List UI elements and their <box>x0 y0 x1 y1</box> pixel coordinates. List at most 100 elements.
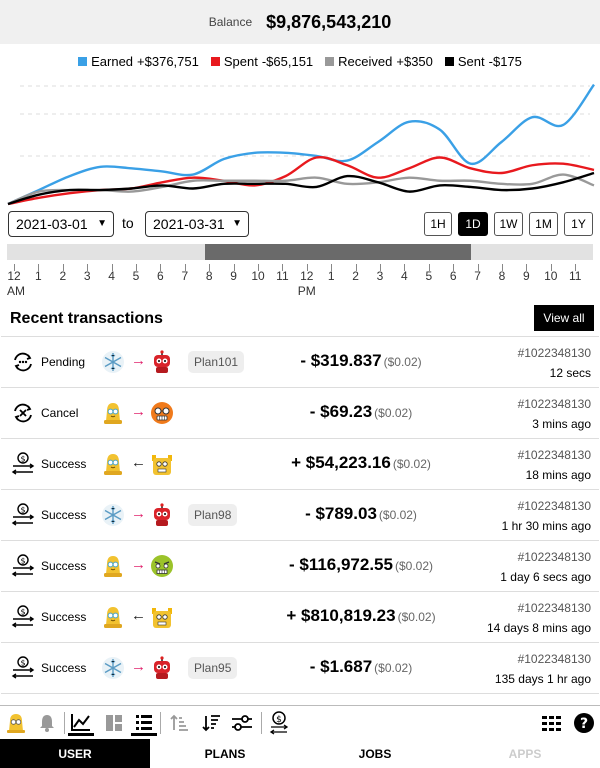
arrow-right-icon: → <box>131 505 146 522</box>
transaction-amount-group: - $319.837 ($0.02) <box>251 351 471 371</box>
transaction-row[interactable]: $ Success ← + $810,819.23 ($0.02) #1022348130… <box>1 592 599 643</box>
transaction-list[interactable]: Pending → Plan101- $319.837 ($0.02) #1022348… <box>1 336 599 704</box>
transaction-row[interactable]: $ Success → - $116,972.55 ($0.02) #1022348130… <box>1 541 599 592</box>
robot-red-avatar-icon[interactable] <box>150 656 174 680</box>
date-to-select[interactable]: 2021-03-31 ▼ <box>145 211 249 237</box>
range-1d-button[interactable]: 1D <box>458 212 488 236</box>
toolbar-divider <box>160 712 161 734</box>
balance-label: Balance <box>208 15 253 29</box>
green-bot-avatar-icon[interactable] <box>150 554 174 578</box>
success-icon: $ <box>11 452 35 476</box>
legend-received[interactable]: Received +$350 <box>325 54 433 69</box>
transaction-row[interactable]: $ Success → Plan98 - $789.03 ($0.02) #10223481… <box>1 490 599 541</box>
view-all-button[interactable]: View all <box>534 305 594 331</box>
tab-plans[interactable]: PLANS <box>150 739 300 768</box>
legend-swatch <box>210 57 220 66</box>
transaction-id[interactable]: #1022348130 <box>518 550 591 564</box>
snowflake-avatar-icon[interactable] <box>101 350 125 374</box>
sort-ascending-icon[interactable] <box>166 710 192 736</box>
success-icon: $ <box>11 554 35 578</box>
range-1m-button[interactable]: 1M <box>529 212 558 236</box>
help-icon[interactable]: ? <box>571 710 597 736</box>
plan-badge[interactable]: Plan98 <box>188 504 238 526</box>
range-scrubber-track[interactable] <box>7 244 593 260</box>
sort-descending-icon[interactable] <box>198 710 224 736</box>
yellow-bot-avatar-icon[interactable] <box>150 452 174 476</box>
robot-red-avatar-icon[interactable] <box>150 503 174 527</box>
legend-earned-total: +$376,751 <box>137 54 199 69</box>
timeline-tick-label: 4 <box>108 269 115 283</box>
tab-user[interactable]: USER <box>0 739 150 768</box>
filter-sliders-icon[interactable] <box>229 710 255 736</box>
transaction-time: 12 secs <box>549 366 591 380</box>
transaction-amount-group: - $69.23 ($0.02) <box>251 402 471 422</box>
legend-earned-label: Earned <box>91 54 134 69</box>
to-label: to <box>122 215 134 231</box>
snowflake-avatar-icon[interactable] <box>101 656 125 680</box>
balance-bar: Balance $9,876,543,210 <box>0 0 600 44</box>
range-1h-button[interactable]: 1H <box>424 212 452 236</box>
line-chart[interactable] <box>0 74 600 208</box>
am-label: AM <box>7 284 25 298</box>
list-icon[interactable] <box>131 710 157 736</box>
timeline-tick-label: 1 <box>35 269 42 283</box>
yellow-user-avatar-icon[interactable] <box>101 452 125 476</box>
success-icon: $ <box>11 503 35 527</box>
tab-apps: APPS <box>508 746 542 761</box>
yellow-user-avatar-icon[interactable] <box>101 401 125 425</box>
legend-earned[interactable]: Earned +$376,751 <box>78 54 199 69</box>
transaction-status: Success <box>41 559 87 573</box>
transaction-row[interactable]: $ Success ← + $54,223.16 ($0.02) #1022348130 1… <box>1 439 599 490</box>
yellow-user-avatar-icon[interactable] <box>101 605 125 629</box>
timeline-tick-label: 5 <box>425 269 433 283</box>
yellow-bot-avatar-icon[interactable] <box>150 605 174 629</box>
timeline-tick-label: 6 <box>157 269 164 283</box>
range-scrubber-handle[interactable] <box>205 244 471 260</box>
transaction-id[interactable]: #1022348130 <box>518 346 591 360</box>
snowflake-avatar-icon[interactable] <box>101 503 125 527</box>
transfer-icon[interactable]: $ <box>266 710 292 736</box>
tab-jobs[interactable]: JOBS <box>300 739 450 768</box>
transaction-id[interactable]: #1022348130 <box>518 499 591 513</box>
timeline-tick-label: 8 <box>498 269 506 283</box>
transaction-id[interactable]: #1022348130 <box>518 601 591 615</box>
transaction-amount-group: + $54,223.16 ($0.02) <box>251 453 471 473</box>
timeline-tick-label: 9 <box>230 269 237 283</box>
legend-sent[interactable]: Sent -$175 <box>444 54 522 69</box>
dashboard-icon[interactable] <box>101 710 127 736</box>
transaction-id[interactable]: #1022348130 <box>518 448 591 462</box>
user-avatar-icon[interactable] <box>3 710 29 736</box>
toolbar-divider <box>261 712 262 734</box>
transaction-id[interactable]: #1022348130 <box>518 397 591 411</box>
range-1w-button[interactable]: 1W <box>494 212 523 236</box>
timeline-tick-label: 7 <box>474 269 481 283</box>
legend-swatch <box>325 57 335 66</box>
transaction-amount: - $116,972.55 <box>288 555 393 574</box>
transaction-status: Success <box>41 457 87 471</box>
timeline-tick-label: 1 <box>327 269 335 283</box>
svg-text:$: $ <box>20 659 25 668</box>
robot-red-avatar-icon[interactable] <box>150 350 174 374</box>
legend-sent-label: Sent <box>457 54 485 69</box>
orange-bot-avatar-icon[interactable] <box>150 401 174 425</box>
grid-menu-icon[interactable] <box>539 710 565 736</box>
line-chart-icon[interactable] <box>68 710 94 736</box>
date-from-select[interactable]: 2021-03-01 ▼ <box>8 211 114 237</box>
timeline-tick-label: 10 <box>544 269 558 283</box>
legend-spent[interactable]: Spent -$65,151 <box>210 54 313 69</box>
transaction-row[interactable]: Pending → Plan101 - $319.837 ($0.02) #1022348… <box>1 337 599 388</box>
plan-badge[interactable]: Plan101 <box>188 351 245 373</box>
transaction-row[interactable]: Cancel → - $69.23 ($0.02) #1022348130 3 mins … <box>1 388 599 439</box>
legend-spent-label: Spent <box>223 54 258 69</box>
transaction-row[interactable]: $ Success → Plan95 - $1.687 ($0.02) #102234813… <box>1 643 599 694</box>
transaction-time: 135 days 1 hr ago <box>494 672 591 686</box>
arrow-right-icon: → <box>131 403 146 420</box>
transaction-id[interactable]: #1022348130 <box>518 652 591 666</box>
yellow-user-avatar-icon[interactable] <box>101 554 125 578</box>
series-line-spent <box>7 155 595 206</box>
plan-badge[interactable]: Plan95 <box>188 657 238 679</box>
date-from-value: 2021-03-01 <box>16 216 88 232</box>
range-1y-button[interactable]: 1Y <box>564 212 593 236</box>
svg-text:$: $ <box>20 506 25 515</box>
bell-icon[interactable] <box>34 710 60 736</box>
